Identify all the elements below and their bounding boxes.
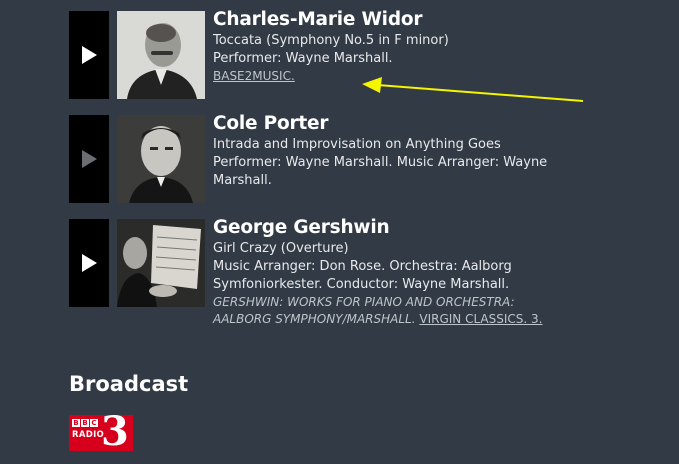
- album-title: GERSHWIN: WORKS FOR PIANO AND ORCHESTRA:: [213, 295, 515, 309]
- track-info: George Gershwin Girl Crazy (Overture) Mu…: [213, 216, 573, 328]
- play-button[interactable]: [69, 219, 109, 307]
- play-icon: [82, 150, 97, 168]
- logo-number: 3: [101, 415, 129, 451]
- track-title: Toccata (Symphony No.5 in F minor): [213, 33, 449, 48]
- track-performer: Performer: Wayne Marshall. Music Arrange…: [213, 155, 548, 170]
- track-performer: Marshall.: [213, 173, 272, 188]
- composer-name[interactable]: Charles-Marie Widor: [213, 8, 573, 32]
- track-item: Cole Porter Intrada and Improvisation on…: [69, 112, 589, 203]
- record-label-link[interactable]: VIRGIN CLASSICS. 3.: [419, 312, 542, 326]
- play-icon: [82, 46, 97, 64]
- track-performer: Performer: Wayne Marshall.: [213, 51, 393, 66]
- bbc-blocks: B B C: [72, 419, 98, 427]
- record-label-link[interactable]: BASE2MUSIC.: [213, 69, 295, 83]
- play-icon: [82, 254, 97, 272]
- track-title: Intrada and Improvisation on Anything Go…: [213, 137, 501, 152]
- track-info: Cole Porter Intrada and Improvisation on…: [213, 112, 573, 190]
- album-title: AALBORG SYMPHONY/MARSHALL.: [213, 312, 416, 326]
- track-item: George Gershwin Girl Crazy (Overture) Mu…: [69, 217, 589, 326]
- play-button[interactable]: [69, 115, 109, 203]
- bbc-letter: B: [72, 419, 80, 427]
- composer-name[interactable]: Cole Porter: [213, 112, 573, 136]
- track-credits: Music Arranger: Don Rose. Orchestra: Aal…: [213, 259, 512, 274]
- track-item: Charles-Marie Widor Toccata (Symphony No…: [69, 8, 589, 99]
- composer-portrait: [117, 219, 205, 307]
- composer-portrait: [117, 11, 205, 99]
- bbc-letter: B: [81, 419, 89, 427]
- track-info: Charles-Marie Widor Toccata (Symphony No…: [213, 8, 573, 85]
- broadcast-heading: Broadcast: [69, 372, 189, 396]
- track-credits: Symfoniorkester. Conductor: Wayne Marsha…: [213, 277, 510, 292]
- play-button[interactable]: [69, 11, 109, 99]
- bbc-radio-3-logo[interactable]: B B C RADIO 3: [69, 415, 133, 451]
- composer-portrait: [117, 115, 205, 203]
- track-title: Girl Crazy (Overture): [213, 241, 349, 256]
- composer-name[interactable]: George Gershwin: [213, 216, 573, 240]
- bbc-letter: C: [90, 419, 98, 427]
- logo-radio-text: RADIO: [72, 430, 105, 440]
